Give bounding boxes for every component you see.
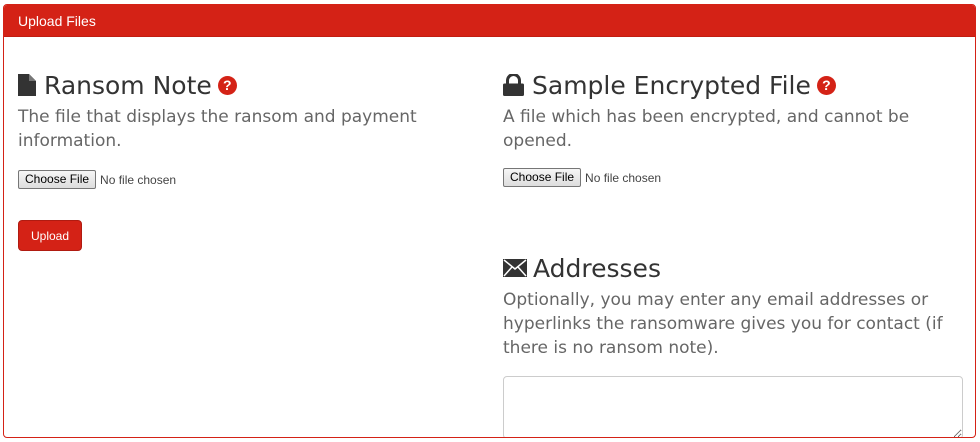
envelope-icon: [503, 259, 527, 277]
addresses-heading: Addresses: [503, 250, 965, 286]
addresses-description: Optionally, you may enter any email addr…: [503, 290, 943, 358]
ransom-note-file-input[interactable]: Choose File No file chosen: [18, 170, 468, 189]
choose-file-button[interactable]: Choose File: [18, 170, 97, 189]
choose-file-button[interactable]: Choose File: [503, 168, 582, 187]
file-status: No file chosen: [585, 170, 662, 185]
panel-heading: Upload Files: [4, 5, 975, 37]
sample-file-description: A file which has been encrypted, and can…: [503, 107, 910, 151]
ransom-note-section: Ransom Note ? The file that displays the…: [18, 37, 468, 251]
sample-file-title: Sample Encrypted File: [532, 70, 811, 100]
file-icon: [18, 74, 36, 96]
addresses-title: Addresses: [533, 253, 661, 283]
ransom-note-title: Ransom Note: [44, 70, 212, 100]
right-column: Sample Encrypted File ? A file which has…: [503, 37, 965, 437]
lock-icon: [503, 74, 524, 96]
file-status: No file chosen: [100, 172, 177, 187]
ransom-note-description: The file that displays the ransom and pa…: [18, 107, 417, 151]
help-icon[interactable]: ?: [217, 75, 237, 95]
help-icon[interactable]: ?: [816, 75, 836, 95]
upload-files-panel: Upload Files Ransom Note ? The file that…: [3, 4, 976, 438]
addresses-textarea[interactable]: [503, 376, 963, 437]
sample-file-heading: Sample Encrypted File ?: [503, 67, 965, 103]
ransom-note-heading: Ransom Note ?: [18, 67, 468, 103]
upload-button[interactable]: Upload: [18, 220, 82, 251]
sample-file-input[interactable]: Choose File No file chosen: [503, 168, 965, 187]
